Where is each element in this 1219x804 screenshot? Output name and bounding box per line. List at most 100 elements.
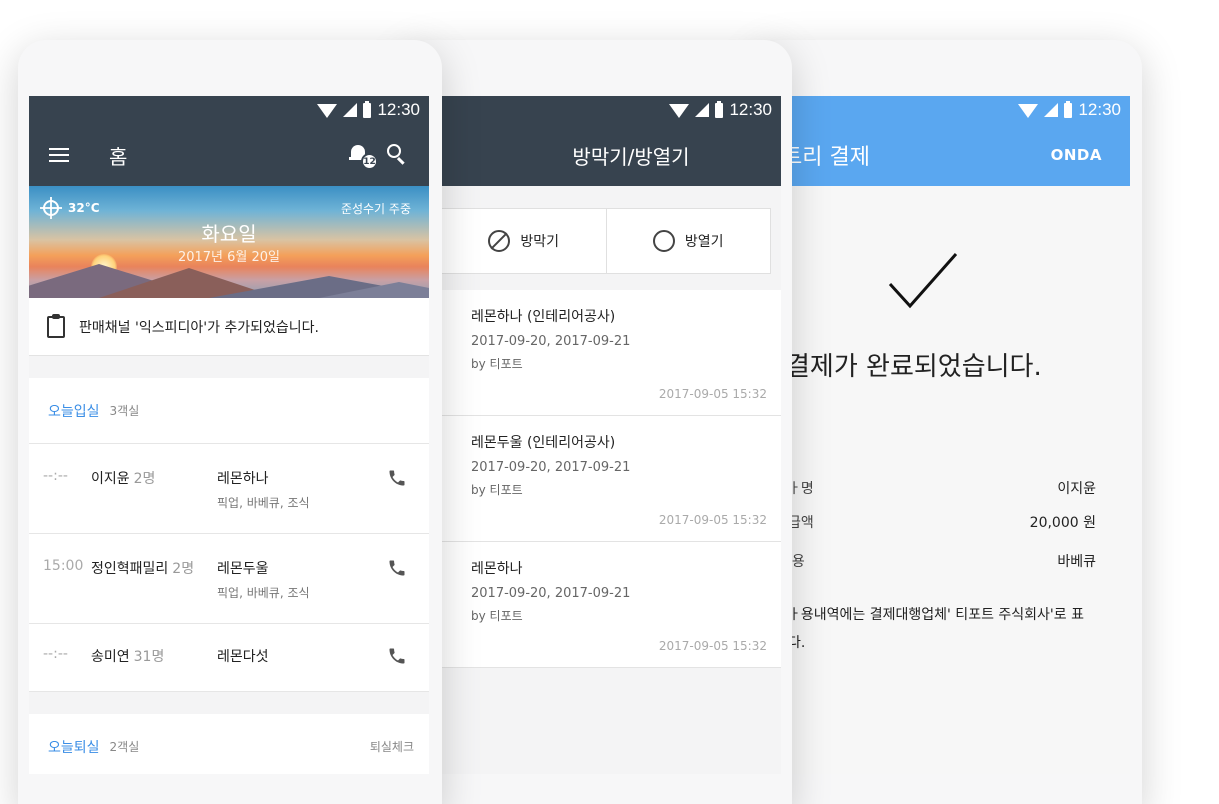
card-author: by 티포트 <box>471 357 523 371</box>
tab-block[interactable]: 방막기 <box>442 209 606 273</box>
notice-text: 판매채널 '익스피디아'가 추가되었습니다. <box>79 319 320 336</box>
battery-icon <box>363 100 372 118</box>
block-card[interactable]: 레몬하나 2017-09-20, 2017-09-21 by 티포트 2017-… <box>441 542 781 668</box>
tab-open[interactable]: 방열기 <box>605 209 771 273</box>
checkin-time: --:-- <box>43 468 68 484</box>
mountain <box>319 282 429 298</box>
detail-key: ㅏ명 <box>792 481 814 497</box>
guest-name: 송미연 <box>91 649 130 665</box>
season-rule: 준성수기 주중 <box>340 202 411 216</box>
status-time: 12:30 <box>377 100 420 119</box>
temperature: 32°C <box>68 201 100 215</box>
signal-icon <box>343 103 358 117</box>
block-card[interactable]: 레몬두울 (인테리어공사) 2017-09-20, 2017-09-21 by … <box>441 416 781 542</box>
status-bar: 12:30 <box>29 96 429 124</box>
bell-icon[interactable]: 12 <box>349 143 378 170</box>
room-block-screen: 12:30 방막기/방열기 방막기 방열기 레몬하나 (인테리어공사) 2017… <box>441 96 781 774</box>
menu-icon[interactable] <box>49 148 69 162</box>
tab-label: 방열기 <box>684 234 724 250</box>
checkin-time: --:-- <box>43 646 68 662</box>
section-header: 오늘퇴실 2객실 퇴실체크 <box>29 714 429 774</box>
card-timestamp: 2017-09-05 15:32 <box>658 639 767 653</box>
wifi-icon <box>669 104 690 118</box>
checkin-section: 오늘입실 3객실 --:-- 이지윤 2명 레몬하나 픽업, 바베큐, 조식 15… <box>29 378 429 692</box>
note-line: ㅏ용내역에는 결제대행업체' 티포트 주식회사'로 표 <box>792 607 1084 623</box>
signal-icon <box>1044 103 1059 117</box>
detail-key: 급액 <box>792 515 814 531</box>
detail-row: 급액 20,000 원 <box>792 512 1096 532</box>
card-title: 레몬하나 <box>471 561 523 577</box>
signal-icon <box>695 103 710 117</box>
room-name: 레몬두울 <box>217 561 269 577</box>
home-appbar: 홈 12 <box>29 124 429 186</box>
sun-icon <box>40 197 62 219</box>
section-header: 오늘입실 3객실 <box>29 378 429 444</box>
section-count: 2객실 <box>109 740 140 754</box>
guest-count: 2명 <box>172 561 195 577</box>
stage: 12:30 트리 결제 ONDA 결제가 완료되었습니다. ㅏ명 이지윤 급액 … <box>0 0 1219 804</box>
notice-bar[interactable]: 판매채널 '익스피디아'가 추가되었습니다. <box>29 298 429 356</box>
guest-count: 2명 <box>133 471 156 487</box>
section-count: 3객실 <box>109 404 140 418</box>
weather-temp: 32°C <box>40 197 100 219</box>
detail-value: 20,000 원 <box>1029 515 1096 531</box>
date: 2017년 6월 20일 <box>177 250 281 265</box>
detail-value: 바베큐 <box>1057 554 1096 570</box>
payment-screen: 12:30 트리 결제 ONDA 결제가 완료되었습니다. ㅏ명 이지윤 급액 … <box>792 96 1130 774</box>
room-name: 레몬하나 <box>217 471 269 487</box>
guest-name: 정인혁패밀리 <box>91 561 169 577</box>
block-card[interactable]: 레몬하나 (인테리어공사) 2017-09-20, 2017-09-21 by … <box>441 290 781 416</box>
payment-appbar: 트리 결제 ONDA <box>792 124 1130 186</box>
list-item[interactable]: 15:00 정인혁패밀리 2명 레몬두울 픽업, 바베큐, 조식 <box>29 534 429 624</box>
detail-value: 이지윤 <box>1057 481 1096 497</box>
payment-header: 12:30 트리 결제 ONDA <box>792 96 1130 186</box>
checkin-time: 15:00 <box>43 558 84 574</box>
room-block-header: 12:30 방막기/방열기 <box>441 96 781 186</box>
status-bar: 12:30 <box>792 96 1130 124</box>
block-icon <box>488 230 511 252</box>
phone-icon[interactable] <box>387 646 407 666</box>
detail-row: l용 바베큐 <box>792 551 1096 571</box>
page-title: 트리 결제 <box>792 145 870 170</box>
section-title: 오늘입실 <box>48 403 100 420</box>
status-time: 12:30 <box>729 100 772 119</box>
phone-icon[interactable] <box>387 468 407 488</box>
payment-note: ㅏ용내역에는 결제대행업체' 티포트 주식회사'로 표 다. <box>792 601 1108 657</box>
clipboard-icon <box>47 313 65 338</box>
list-item[interactable]: --:-- 이지윤 2명 레몬하나 픽업, 바베큐, 조식 <box>29 444 429 534</box>
card-title: 레몬두울 (인테리어공사) <box>471 435 616 451</box>
card-author: by 티포트 <box>471 483 523 497</box>
status-time: 12:30 <box>1078 100 1121 119</box>
battery-icon <box>715 100 724 118</box>
list-item[interactable]: --:-- 송미연 31명 레몬다섯 <box>29 624 429 692</box>
checkout-section: 오늘퇴실 2객실 퇴실체크 <box>29 714 429 774</box>
room-name: 레몬다섯 <box>217 649 269 665</box>
onda-logo: ONDA <box>1050 146 1102 164</box>
block-tabs: 방막기 방열기 <box>441 208 771 274</box>
room-options: 픽업, 바베큐, 조식 <box>217 496 310 510</box>
battery-icon <box>1064 100 1073 118</box>
card-dates: 2017-09-20, 2017-09-21 <box>471 460 631 475</box>
status-bar: 12:30 <box>441 96 781 124</box>
guest-name: 이지윤 <box>91 471 130 487</box>
page-title: 방막기/방열기 <box>572 144 690 169</box>
card-dates: 2017-09-20, 2017-09-21 <box>471 334 631 349</box>
room-options: 픽업, 바베큐, 조식 <box>217 586 310 600</box>
wifi-icon <box>1018 104 1039 118</box>
phone-icon[interactable] <box>387 558 407 578</box>
card-timestamp: 2017-09-05 15:32 <box>658 513 767 527</box>
notification-badge: 12 <box>361 153 378 170</box>
detail-key: l용 <box>792 554 805 570</box>
tab-label: 방막기 <box>520 234 560 250</box>
radio-icon <box>652 230 675 252</box>
home-screen: 12:30 홈 12 32°C 준성수기 주중 화요일 2017년 6월 20일… <box>29 96 429 774</box>
weather-banner: 32°C 준성수기 주중 화요일 2017년 6월 20일 <box>29 186 429 298</box>
detail-row: ㅏ명 이지윤 <box>792 478 1096 498</box>
phone-room-block: 12:30 방막기/방열기 방막기 방열기 레몬하나 (인테리어공사) 2017… <box>400 40 792 804</box>
search-icon[interactable] <box>387 144 407 165</box>
card-dates: 2017-09-20, 2017-09-21 <box>471 586 631 601</box>
checkout-check-link[interactable]: 퇴실체크 <box>370 738 414 755</box>
weekday: 화요일 <box>201 222 257 246</box>
card-author: by 티포트 <box>471 609 523 623</box>
card-timestamp: 2017-09-05 15:32 <box>658 387 767 401</box>
